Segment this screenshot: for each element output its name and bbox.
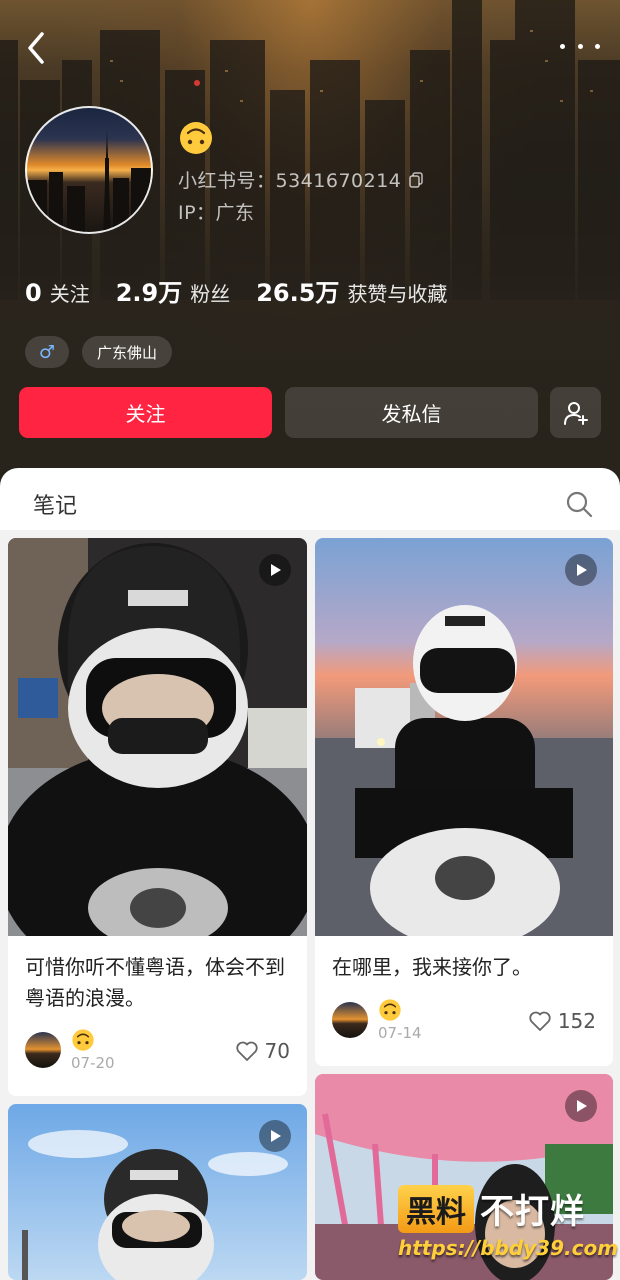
avatar-image <box>27 130 151 232</box>
stat-followers-count: 2.9万 <box>115 279 183 307</box>
stat-likes[interactable]: 26.5万 获赞与收藏 <box>256 273 447 308</box>
watermark-badge: 黑料 <box>398 1184 474 1233</box>
add-friend-button[interactable] <box>550 387 601 438</box>
tab-notes[interactable]: 笔记 <box>33 488 77 520</box>
more-icon <box>560 43 565 49</box>
note-date: 07-20 <box>71 1054 115 1072</box>
back-icon <box>28 32 44 64</box>
gender-tag: ♂ <box>25 336 69 368</box>
author-name-emoji <box>71 1028 95 1052</box>
watermark-text: 不打烊 <box>480 1192 585 1232</box>
play-icon <box>271 564 281 576</box>
note-footer: 07-20 70 <box>25 1029 290 1072</box>
note-title: 可惜你听不懂粤语，体会不到粤语的浪漫。 <box>25 955 285 1010</box>
like-count: 70 <box>264 1039 290 1063</box>
note-card[interactable] <box>8 1104 307 1280</box>
watermark-url: https://bbdy39.com <box>398 1236 619 1260</box>
author-avatar[interactable] <box>332 1002 368 1038</box>
redbook-id: 小红书号：5341670214 <box>178 166 424 193</box>
like-button[interactable]: 152 <box>528 1009 596 1033</box>
profile-avatar[interactable] <box>25 106 153 234</box>
location-tag: 广东佛山 <box>82 336 172 368</box>
search-button[interactable] <box>565 490 593 518</box>
stat-followers[interactable]: 2.9万 粉丝 <box>116 273 231 308</box>
video-badge <box>565 1090 597 1122</box>
add-user-icon <box>563 401 588 425</box>
note-cover-image <box>315 538 613 936</box>
stat-likes-label: 获赞与收藏 <box>347 282 448 306</box>
play-icon <box>271 1130 281 1142</box>
stat-following[interactable]: 0 关注 <box>25 278 90 307</box>
follow-button[interactable]: 关注 <box>19 387 272 438</box>
stat-following-label: 关注 <box>49 282 90 306</box>
note-card[interactable]: 可惜你听不懂粤语，体会不到粤语的浪漫。 07-20 70 <box>8 538 307 1096</box>
note-title: 在哪里，我来接你了。 <box>332 955 532 979</box>
stat-following-count: 0 <box>25 279 42 307</box>
username-emoji <box>178 120 214 156</box>
stat-followers-label: 粉丝 <box>190 282 231 306</box>
heart-icon <box>235 1041 258 1061</box>
message-button[interactable]: 发私信 <box>285 387 538 438</box>
video-badge <box>259 554 291 586</box>
notes-tabbar: 笔记 <box>0 468 620 530</box>
redbook-id-text: 小红书号：5341670214 <box>178 170 402 192</box>
more-icon-dot <box>577 43 583 49</box>
upside-down-face-icon <box>180 122 212 154</box>
search-icon <box>566 491 593 518</box>
upside-down-face-icon <box>72 1029 94 1051</box>
video-badge <box>565 554 597 586</box>
back-button[interactable] <box>22 30 56 66</box>
male-icon: ♂ <box>38 341 56 363</box>
ip-location: IP：广东 <box>178 202 255 224</box>
author-name-emoji <box>378 998 402 1022</box>
watermark-logo: 黑料 不打烊 <box>398 1184 585 1233</box>
author-avatar[interactable] <box>25 1032 61 1068</box>
play-icon <box>577 1100 587 1112</box>
note-card[interactable]: 在哪里，我来接你了。 07-14 152 <box>315 538 613 1066</box>
video-badge <box>259 1120 291 1152</box>
note-footer: 07-14 152 <box>332 999 596 1042</box>
watermark: 黑料 不打烊 https://bbdy39.com <box>398 1184 618 1270</box>
copy-icon[interactable] <box>409 171 424 188</box>
play-icon <box>577 564 587 576</box>
profile-header: 小红书号：5341670214 IP：广东 0 关注 2.9万 粉丝 26.5万… <box>0 0 620 490</box>
note-date: 07-14 <box>378 1024 422 1042</box>
like-button[interactable]: 70 <box>235 1039 290 1063</box>
more-icon-dot <box>595 43 600 49</box>
note-cover-image <box>8 538 307 936</box>
upside-down-face-icon <box>379 999 401 1021</box>
more-button[interactable] <box>560 36 600 56</box>
profile-stats: 0 关注 2.9万 粉丝 26.5万 获赞与收藏 <box>25 273 473 308</box>
stat-likes-count: 26.5万 <box>256 279 340 307</box>
heart-icon <box>529 1011 551 1031</box>
like-count: 152 <box>557 1009 596 1033</box>
